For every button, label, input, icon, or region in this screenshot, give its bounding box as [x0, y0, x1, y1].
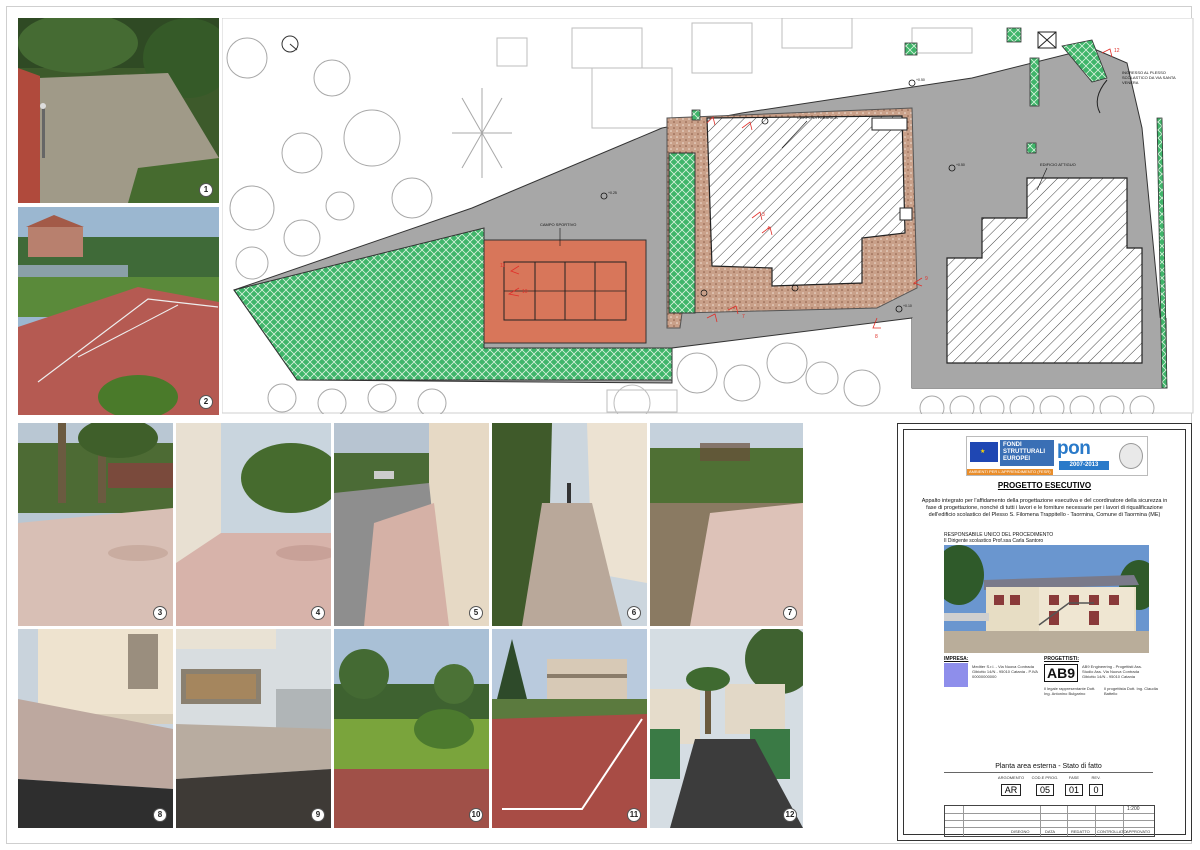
photo-9: 9 — [176, 629, 331, 828]
header-disegno: DISEGNO — [1011, 829, 1030, 834]
photo-10: 10 — [334, 629, 489, 828]
header-approvato: APPROVATO — [1126, 829, 1151, 834]
photo-number: 12 — [783, 808, 797, 822]
label-corpo: CORPO DI FABBRICA — [797, 115, 838, 120]
photo-12: 12 — [650, 629, 803, 828]
photo-number: 8 — [153, 808, 167, 822]
code-prog: COD.E PROG. 05 — [1031, 775, 1059, 796]
photo-number: 1 — [199, 183, 213, 197]
header-controllato: CONTROLLATO — [1097, 829, 1127, 834]
title-block-inner: ★ FONDI STRUTTURALI EUROPEI pon 2007-201… — [903, 429, 1186, 837]
photo-5: 5 — [334, 423, 489, 626]
impresa-logo — [944, 663, 968, 687]
photo-number: 9 — [311, 808, 325, 822]
level-b: +0.50 — [916, 78, 925, 82]
title-block: ★ FONDI STRUTTURALI EUROPEI pon 2007-201… — [897, 423, 1192, 841]
responsabile-name: Il Dirigente scolastico Prof.ssa Carla S… — [944, 538, 1044, 544]
photo-2: 2 — [18, 207, 219, 415]
pon-years: 2007-2013 — [1059, 461, 1109, 470]
header-data: DATA — [1045, 829, 1056, 834]
photo-1: 1 — [18, 18, 219, 203]
eu-flag-icon: ★ — [970, 442, 998, 462]
label-campo: CAMPO SPORTIVO — [540, 222, 576, 227]
photo-number: 6 — [627, 606, 641, 620]
sheet-title: Planta area esterna - Stato di fatto — [944, 763, 1153, 773]
republic-emblem-icon — [1119, 443, 1143, 469]
marker-11: 11 — [500, 263, 505, 269]
progettisti-logo: AB9 — [1044, 664, 1079, 682]
marker-3: 3 — [762, 212, 765, 218]
school-photo — [944, 545, 1149, 653]
code-fase: FASE 01 — [1062, 775, 1086, 798]
code-row: ARGOMENTO AR COD.E PROG. 05 FASE 01 REV.… — [904, 775, 1185, 803]
photo-6: 6 — [492, 423, 647, 626]
responsabile-block: RESPONSABILE UNICO DEL PROCEDIMENTO Il D… — [944, 532, 1053, 544]
level-a: +0.25 — [608, 191, 617, 195]
code-rev: REV. 0 — [1086, 775, 1106, 798]
impresa-label: IMPRESA: — [944, 656, 969, 662]
photo-number: 7 — [783, 606, 797, 620]
funding-logos: ★ FONDI STRUTTURALI EUROPEI pon 2007-201… — [966, 436, 1148, 476]
marker-9: 9 — [925, 276, 928, 282]
progettisti-sign-1: Il legale rappresentante Dott. Ing. Anto… — [1044, 686, 1096, 696]
photo-number: 10 — [469, 808, 483, 822]
progettisti-text: AB9 Engineering - Progettisti Ass. Studi… — [1082, 664, 1143, 679]
marker-8: 8 — [875, 334, 878, 340]
photo-7: 7 — [650, 423, 803, 626]
label-edificio: EDIFICIO ATTIGUO — [1040, 162, 1076, 167]
photo-11: 11 — [492, 629, 647, 828]
progettisti-label: PROGETTISTI: — [1044, 656, 1079, 662]
project-description: Appalto integrato per l'affidamento dell… — [921, 498, 1168, 518]
marker-12: 12 — [1114, 48, 1120, 54]
marker-10: 10 — [522, 289, 528, 295]
photo-number: 11 — [627, 808, 641, 822]
code-argomento: ARGOMENTO AR — [997, 775, 1025, 796]
progettisti-sign-2: Il progettista Dott. Ing. Claudia Battel… — [1104, 686, 1158, 696]
site-plan: CAMPO SPORTIVO CORPO DI FABBRICA EDIFICI… — [222, 18, 1194, 414]
header-redatto: REDATTO — [1071, 829, 1090, 834]
marker-7: 7 — [742, 314, 745, 320]
photo-number: 3 — [153, 606, 167, 620]
marker-4: 4 — [767, 226, 770, 232]
photo-number: 2 — [199, 395, 213, 409]
project-heading: PROGETTO ESECUTIVO — [997, 481, 1092, 490]
level-d: +0.10 — [903, 304, 912, 308]
photo-number: 4 — [311, 606, 325, 620]
photo-8: 8 — [18, 629, 173, 828]
photo-number: 5 — [469, 606, 483, 620]
label-ingresso: INGRESSO AL PLESSO SCOLASTICO DA VIA SAN… — [1122, 70, 1176, 85]
photo-4: 4 — [176, 423, 331, 626]
scale-value: 1:200 — [1127, 806, 1140, 812]
impresa-text: Mediter S.r.l. - Via Nuova Contrada Gibi… — [972, 664, 1038, 679]
level-c: +0.50 — [956, 163, 965, 167]
funding-strip: AMBIENTI PER L'APPRENDIMENTO (FESR) — [967, 469, 1053, 475]
pon-logo: pon — [1057, 438, 1091, 459]
revision-table: 1:200 DISEGNO DATA REDATTO CONTROLLATO A… — [944, 805, 1155, 837]
fondi-logo: FONDI STRUTTURALI EUROPEI — [1000, 440, 1054, 466]
photo-3: 3 — [18, 423, 173, 626]
